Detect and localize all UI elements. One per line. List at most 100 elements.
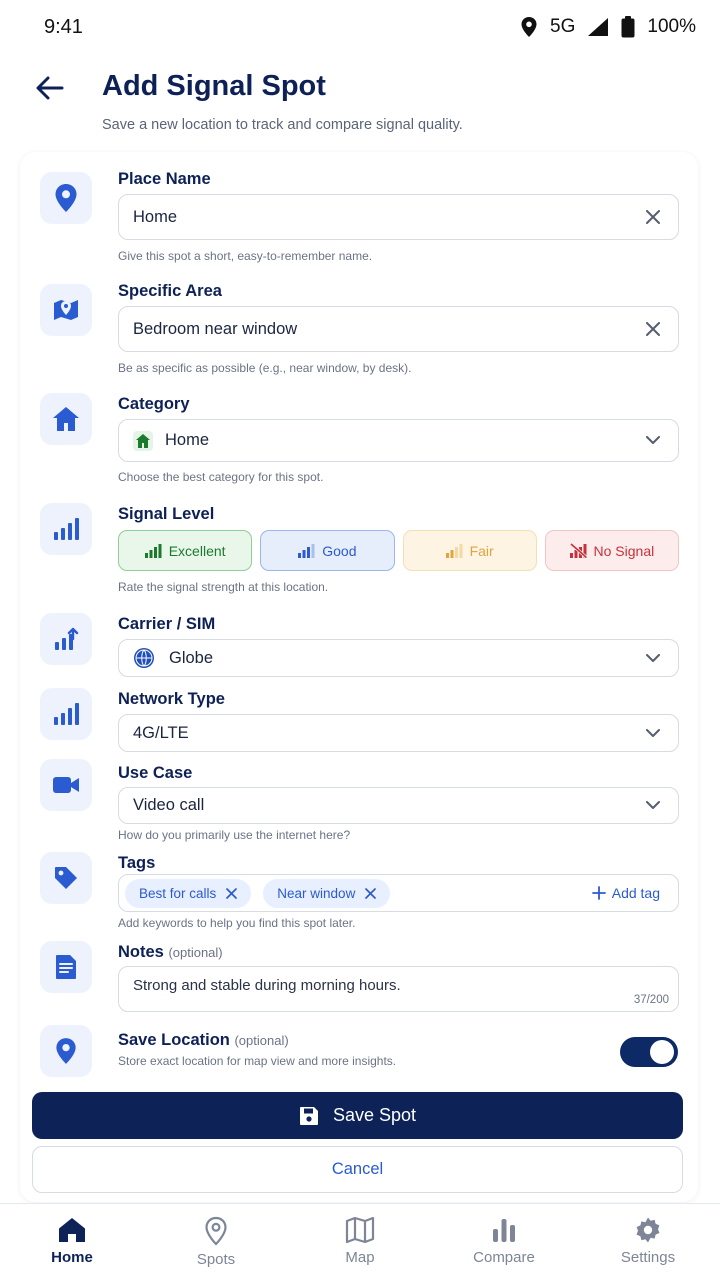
status-bar: 9:41 5G 100% (0, 0, 720, 54)
back-button[interactable] (34, 72, 66, 104)
battery-icon (621, 16, 635, 38)
globe-icon (134, 648, 154, 668)
carrier-icon-tile (40, 613, 92, 665)
cancel-button[interactable]: Cancel (32, 1146, 683, 1193)
home-icon (59, 1218, 85, 1242)
document-icon (56, 955, 76, 979)
carrier-value: Globe (169, 648, 214, 667)
signal-trend-icon (55, 627, 79, 650)
signal-option-label: No Signal (593, 542, 655, 559)
save-spot-button[interactable]: Save Spot (32, 1092, 683, 1139)
floppy-disk-icon (299, 1106, 318, 1125)
notes-label: Notes (optional) (118, 943, 223, 962)
tags-input[interactable]: Best for calls Near window Add tag (118, 874, 679, 912)
status-right: 5G 100% (520, 16, 696, 38)
nav-label: Home (51, 1249, 93, 1266)
nav-item-settings[interactable]: Settings (576, 1204, 720, 1279)
home-icon (53, 407, 79, 431)
network-type-icon-tile (40, 688, 92, 740)
save-spot-label: Save Spot (332, 1105, 417, 1125)
cell-signal-icon (588, 18, 609, 36)
tags-help: Add keywords to help you find this spot … (118, 916, 356, 930)
place-name-help: Give this spot a short, easy-to-remember… (118, 249, 373, 263)
save-location-optional-text: (optional) (234, 1033, 289, 1048)
network-type-dropdown-toggle[interactable] (642, 722, 664, 744)
signal-option-excellent[interactable]: Excellent (118, 530, 253, 571)
page-title: Add Signal Spot (102, 70, 326, 102)
save-location-toggle[interactable] (620, 1037, 678, 1067)
place-name-value: Home (133, 207, 178, 226)
signal-option-no-signal[interactable]: No Signal (544, 530, 679, 571)
close-icon (646, 322, 660, 336)
signal-level-label: Signal Level (118, 505, 215, 523)
chevron-down-icon (646, 728, 660, 737)
category-select[interactable]: Home (118, 419, 679, 462)
signal-level-options: Excellent Good Fair No Signal (118, 530, 679, 571)
signal-option-label: Excellent (168, 542, 226, 559)
nav-item-spots[interactable]: Spots (144, 1204, 288, 1279)
tag-label: Near window (277, 885, 356, 901)
notes-icon-tile (40, 941, 92, 993)
signal-option-label: Fair (469, 542, 494, 559)
tag-chip[interactable]: Best for calls (125, 878, 252, 908)
use-case-icon-tile (40, 759, 92, 811)
save-location-label: Save Location (optional) (118, 1031, 289, 1050)
signal-bars-icon (144, 543, 162, 558)
nav-label: Map (345, 1249, 375, 1266)
add-tag-button[interactable]: Add tag (591, 885, 660, 901)
nav-item-map[interactable]: Map (288, 1204, 432, 1279)
tag-chip[interactable]: Near window (263, 878, 391, 908)
network-type-label: Network Type (118, 690, 225, 708)
arrow-left-icon (36, 76, 64, 100)
clear-specific-area-button[interactable] (642, 318, 664, 340)
notes-optional-text: (optional) (168, 945, 223, 960)
bar-chart-icon (493, 1219, 515, 1242)
nav-label: Compare (473, 1249, 535, 1266)
toggle-knob (650, 1040, 674, 1064)
tags-label: Tags (118, 854, 156, 872)
use-case-select[interactable]: Video call (118, 787, 679, 824)
category-dropdown-toggle[interactable] (642, 430, 664, 452)
place-name-icon-tile (40, 172, 92, 224)
save-location-help: Store exact location for map view and mo… (118, 1054, 397, 1068)
network-type-select[interactable]: 4G/LTE (118, 714, 679, 752)
carrier-dropdown-toggle[interactable] (642, 647, 664, 669)
carrier-label: Carrier / SIM (118, 615, 216, 633)
close-icon[interactable] (226, 887, 238, 899)
notes-textarea[interactable]: Strong and stable during morning hours. … (118, 966, 679, 1012)
nav-item-home[interactable]: Home (0, 1204, 144, 1279)
home-icon (133, 430, 153, 451)
signal-level-icon-tile (40, 503, 92, 555)
tags-icon-tile (40, 852, 92, 904)
video-camera-icon (53, 777, 79, 793)
signal-option-fair[interactable]: Fair (402, 530, 537, 571)
location-pin-icon (55, 184, 77, 212)
close-icon[interactable] (365, 887, 377, 899)
carrier-select[interactable]: Globe (118, 639, 679, 677)
location-pin-icon (205, 1216, 227, 1246)
use-case-dropdown-toggle[interactable] (642, 795, 664, 817)
chevron-down-icon (646, 801, 660, 809)
plus-icon (591, 886, 606, 900)
use-case-value: Video call (133, 796, 205, 814)
save-location-label-text: Save Location (118, 1031, 230, 1049)
place-name-input[interactable]: Home (118, 194, 679, 240)
bottom-nav: Home Spots Map Compare Settings (0, 1203, 720, 1279)
map-pin-icon (54, 300, 78, 320)
map-icon (345, 1216, 375, 1244)
close-icon (646, 210, 660, 224)
notes-char-counter: 37/200 (633, 994, 669, 1006)
page-subtitle: Save a new location to track and compare… (102, 117, 463, 133)
location-pin-icon (56, 1038, 76, 1064)
signal-option-good[interactable]: Good (260, 530, 395, 571)
signal-level-help: Rate the signal strength at this locatio… (118, 580, 329, 594)
save-location-icon-tile (40, 1025, 92, 1077)
use-case-help: How do you primarily use the internet he… (118, 828, 351, 842)
gear-icon (636, 1217, 660, 1243)
nav-item-compare[interactable]: Compare (432, 1204, 576, 1279)
signal-bars-icon (445, 543, 463, 558)
status-network: 5G (550, 16, 576, 37)
clear-place-name-button[interactable] (642, 206, 664, 228)
specific-area-input[interactable]: Bedroom near window (118, 306, 679, 352)
use-case-label: Use Case (118, 764, 193, 782)
